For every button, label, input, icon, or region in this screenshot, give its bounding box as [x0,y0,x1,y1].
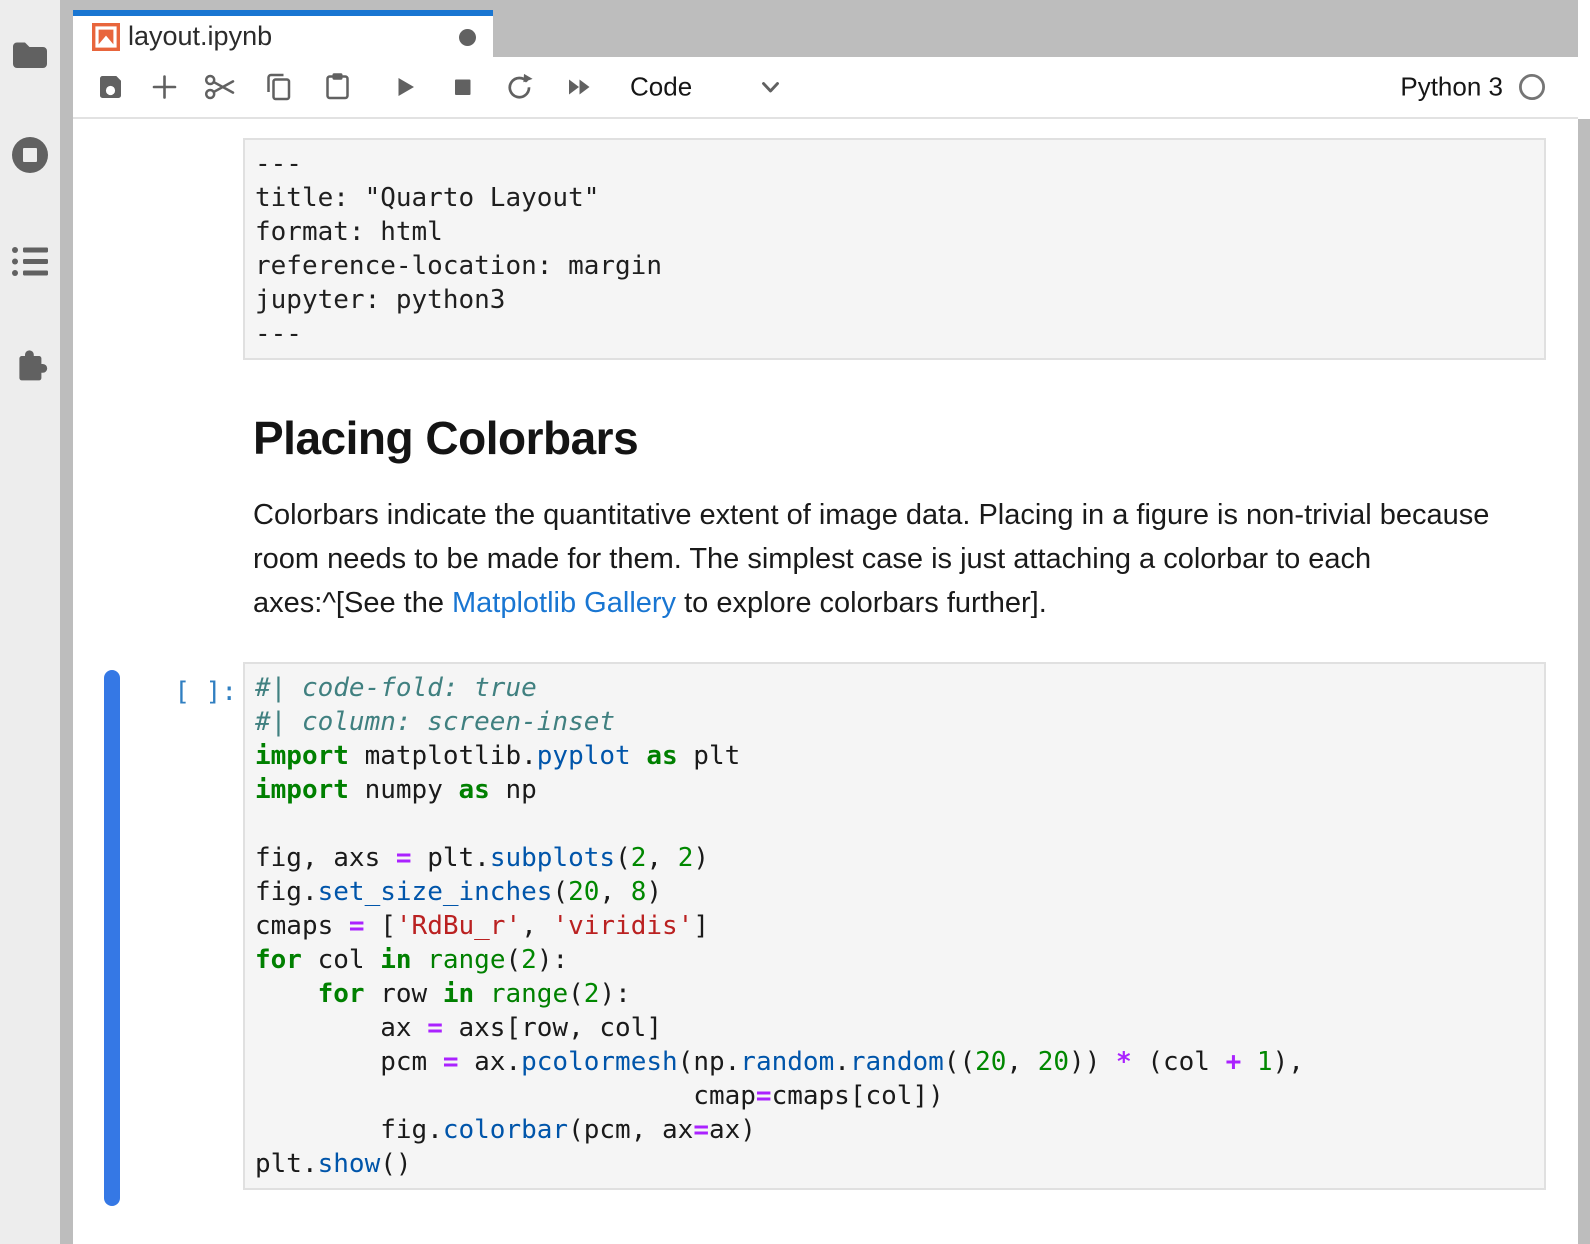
cell-collapser[interactable] [104,670,120,1206]
stop-icon [447,72,478,103]
scissors-icon [203,70,238,104]
paste-cells-button[interactable] [321,71,354,104]
stop-circle-icon [10,135,50,175]
matplotlib-gallery-link[interactable]: Matplotlib Gallery [452,587,676,619]
folder-icon [11,40,49,70]
unsaved-changes-indicator[interactable] [459,29,476,46]
run-cell-button[interactable] [389,72,420,103]
restart-kernel-button[interactable] [503,71,536,104]
list-icon [12,245,48,278]
markdown-paragraph: Colorbars indicate the quantitative exte… [253,493,1517,625]
tab-bar: layout.ipynb [73,0,1578,57]
raw-cell-yaml-frontmatter[interactable]: ---title: "Quarto Layout"format: htmlref… [243,138,1546,360]
cell-type-select[interactable]: Code [630,72,692,103]
fast-forward-icon [563,72,596,103]
kernel-idle-icon [1517,72,1547,102]
cell-type-select-arrow[interactable] [755,72,786,103]
cut-cells-button[interactable] [203,70,238,104]
copy-cells-button[interactable] [262,71,295,104]
notebook-toolbar: Code Python 3 [73,57,1578,119]
sidebar-item-extensions[interactable] [0,347,60,383]
cell-type-value: Code [630,72,692,103]
kernel-status-button[interactable] [1517,72,1547,102]
tab-layout-ipynb[interactable]: layout.ipynb [73,10,493,57]
clipboard-icon [321,71,354,104]
notebook-content: ---title: "Quarto Layout"format: htmlref… [73,119,1578,1244]
sidebar-item-running-kernels[interactable] [0,135,60,175]
markdown-heading: Placing Colorbars [253,411,638,465]
copy-icon [262,71,295,104]
activity-sidebar [0,0,60,1244]
main-panel: layout.ipynb [73,0,1578,1244]
code-cell-editor[interactable]: #| code-fold: true#| column: screen-inse… [243,662,1546,1190]
kernel-name[interactable]: Python 3 [1400,72,1503,103]
paragraph-text-after-link: to explore colorbars further]. [676,587,1047,619]
execution-prompt: [ ]: [113,675,237,709]
restart-run-all-button[interactable] [563,72,596,103]
tab-title: layout.ipynb [128,21,272,52]
right-gutter [1578,119,1590,1244]
jupyterlab-window: layout.ipynb [0,0,1590,1244]
run-icon [389,72,420,103]
notebook-icon [92,23,120,51]
chevron-down-icon [755,72,786,103]
insert-cell-button[interactable] [149,72,180,103]
save-icon [95,72,126,103]
sidebar-item-table-of-contents[interactable] [0,245,60,278]
puzzle-icon [12,347,49,383]
dock-panel-gap [60,0,73,1244]
save-button[interactable] [95,72,126,103]
plus-icon [149,72,180,103]
interrupt-kernel-button[interactable] [447,72,478,103]
sidebar-item-file-browser[interactable] [0,40,60,70]
restart-icon [503,71,536,104]
